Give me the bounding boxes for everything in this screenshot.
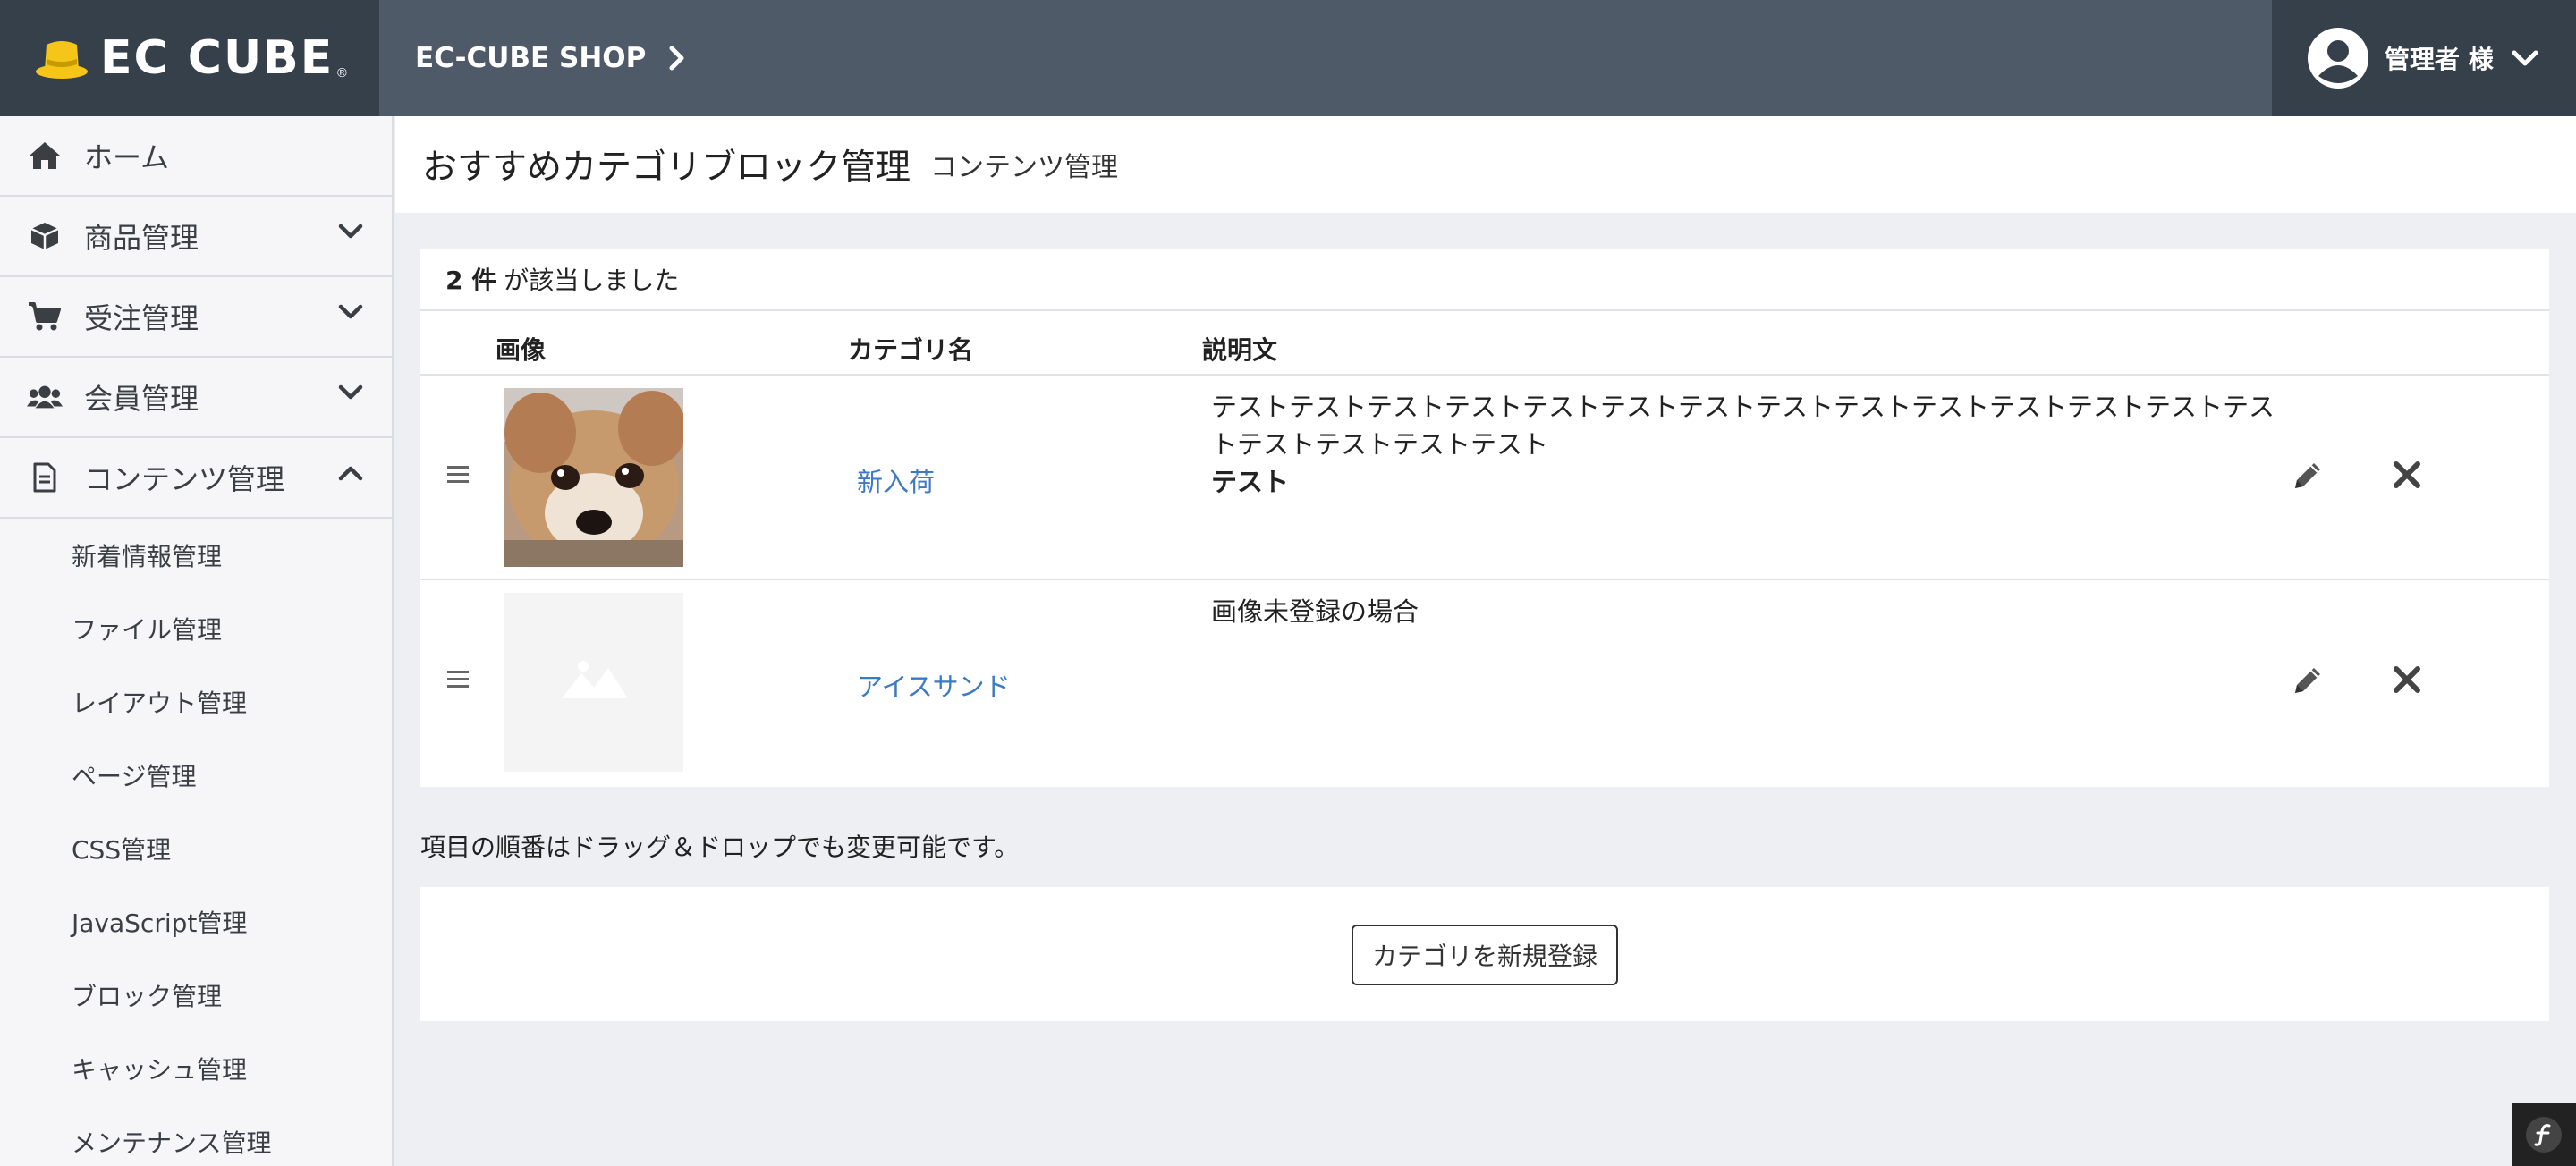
sidebar-item-orders[interactable]: 受注管理 <box>0 277 392 358</box>
description-text: テストテストテストテストテストテストテストテストテストテストテストテストテストテ… <box>1211 392 2275 460</box>
sidebar-subitem-javascript[interactable]: JavaScript管理 <box>0 885 392 959</box>
sidebar-subitem-layout[interactable]: レイアウト管理 <box>0 665 392 739</box>
chevron-right-icon <box>669 46 684 71</box>
sidebar-subitem-news[interactable]: 新着情報管理 <box>0 519 392 592</box>
category-list-card: 2 件 が該当しました 画像 カテゴリ名 説明文 新入荷 テストテストテストテス… <box>420 249 2549 787</box>
symfony-logo-icon <box>2526 1117 2562 1153</box>
category-link[interactable]: アイスサンド <box>857 666 1011 704</box>
sidebar-item-contents[interactable]: コンテンツ管理 <box>0 438 392 519</box>
user-avatar-icon <box>2308 28 2368 89</box>
symfony-toolbar-toggle[interactable] <box>2512 1103 2576 1166</box>
shop-link[interactable]: EC-CUBE SHOP <box>415 42 685 74</box>
file-icon <box>27 461 63 494</box>
chevron-up-icon <box>338 466 363 481</box>
drag-drop-note: 項目の順番はドラッグ＆ドロップでも変更可能です。 <box>420 832 1020 862</box>
result-count: 2 件 が該当しました <box>420 249 2549 311</box>
sidebar-subitem-files[interactable]: ファイル管理 <box>0 592 392 665</box>
chevron-down-icon <box>338 224 363 239</box>
users-icon <box>27 381 63 413</box>
sidebar-item-home[interactable]: ホーム <box>0 116 392 197</box>
sidebar-item-label: コンテンツ管理 <box>84 462 285 496</box>
sidebar-subitem-css[interactable]: CSS管理 <box>0 812 392 885</box>
result-count-suffix: が該当しました <box>504 266 680 295</box>
user-menu[interactable]: 管理者 様 <box>2272 0 2576 116</box>
sidebar-item-members[interactable]: 会員管理 <box>0 358 392 438</box>
sidebar: ホーム 商品管理 受注管理 会員管理 コンテンツ管理 新着情報管理 ファイル管理… <box>0 116 394 1166</box>
table-row[interactable]: 新入荷 テストテストテストテストテストテストテストテストテストテストテストテスト… <box>420 376 2549 580</box>
delete-x-icon[interactable] <box>2392 460 2422 490</box>
no-image-placeholder <box>504 593 683 772</box>
sidebar-subitem-pages[interactable]: ページ管理 <box>0 739 392 812</box>
result-count-number: 2 件 <box>445 266 497 295</box>
chevron-down-icon <box>2512 50 2538 66</box>
sidebar-subitem-maintenance[interactable]: メンテナンス管理 <box>0 1105 392 1166</box>
description: 画像未登録の場合 <box>1211 593 2284 630</box>
sidebar-subitem-blocks[interactable]: ブロック管理 <box>0 959 392 1032</box>
sidebar-item-label: 商品管理 <box>84 221 199 255</box>
column-header-description: 説明文 <box>1202 335 1278 365</box>
sidebar-item-label: 会員管理 <box>84 382 199 416</box>
table-row[interactable]: アイスサンド 画像未登録の場合 <box>420 580 2549 785</box>
sidebar-subitem-cache[interactable]: キャッシュ管理 <box>0 1032 392 1105</box>
description-text: 画像未登録の場合 <box>1211 596 1419 627</box>
logo-hat-icon <box>36 41 88 79</box>
drag-handle-icon[interactable] <box>445 668 470 691</box>
sidebar-item-products[interactable]: 商品管理 <box>0 197 392 277</box>
page-header: おすすめカテゴリブロック管理 コンテンツ管理 <box>395 116 2576 213</box>
drag-handle-icon[interactable] <box>445 463 470 486</box>
dog-photo-thumbnail <box>504 388 683 567</box>
description-bold-text: テスト <box>1211 467 1290 497</box>
logo[interactable]: EC CUBE ® <box>0 0 379 116</box>
edit-pencil-icon[interactable] <box>2290 663 2326 698</box>
chevron-down-icon <box>338 384 363 400</box>
logo-text: EC CUBE <box>100 31 335 85</box>
table-header: 画像 カテゴリ名 説明文 <box>420 311 2549 376</box>
shop-name: EC-CUBE SHOP <box>415 42 647 74</box>
add-category-button[interactable]: カテゴリを新規登録 <box>1352 925 1618 985</box>
top-header: EC CUBE ® EC-CUBE SHOP 管理者 様 <box>0 0 2576 116</box>
category-link[interactable]: 新入荷 <box>857 461 935 499</box>
logo-registered-mark: ® <box>335 66 349 80</box>
chevron-down-icon <box>338 304 363 319</box>
page-subtitle: コンテンツ管理 <box>930 152 1119 183</box>
edit-pencil-icon[interactable] <box>2290 458 2326 494</box>
new-category-card: カテゴリを新規登録 <box>420 887 2549 1021</box>
column-header-category: カテゴリ名 <box>848 335 974 365</box>
page-title: おすすめカテゴリブロック管理 <box>422 148 911 188</box>
home-icon <box>27 139 63 172</box>
box-icon <box>27 220 63 252</box>
description: テストテストテストテストテストテストテストテストテストテストテストテストテストテ… <box>1211 388 2284 501</box>
sidebar-item-label: ホーム <box>84 140 170 174</box>
cart-icon <box>27 300 63 333</box>
user-name: 管理者 様 <box>2385 45 2494 74</box>
column-header-image: 画像 <box>496 335 547 365</box>
sidebar-item-label: 受注管理 <box>84 301 199 335</box>
delete-x-icon[interactable] <box>2392 664 2422 695</box>
